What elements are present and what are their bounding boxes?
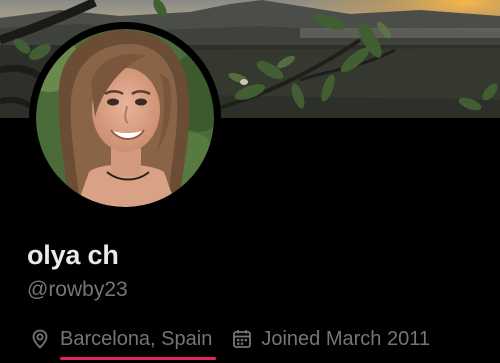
profile-meta-row: Barcelona, Spain Joined March 2011 [29,325,430,360]
location-text: Barcelona, Spain [60,326,217,360]
avatar[interactable] [29,22,221,214]
display-name: olya ch [27,240,119,270]
location-pin-icon [29,328,51,350]
location-label: Barcelona, Spain [60,328,213,350]
user-handle: @rowby23 [27,278,128,301]
joined-date: Joined March 2011 [261,328,430,350]
calendar-icon [231,328,253,350]
location-underline [60,357,217,360]
profile-header: olya ch @rowby23 Barcelona, Spain Joined… [0,0,500,363]
